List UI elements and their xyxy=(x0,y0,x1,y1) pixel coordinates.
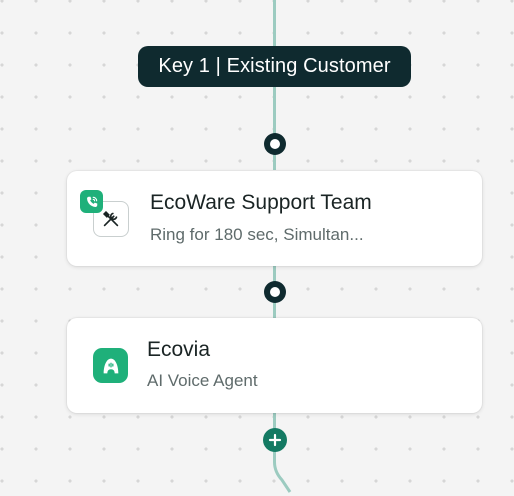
branch-key-label[interactable]: Key 1 | Existing Customer xyxy=(138,46,411,87)
connector-handle[interactable] xyxy=(264,133,286,155)
node-title: EcoWare Support Team xyxy=(150,191,372,214)
add-step-button[interactable] xyxy=(263,428,287,452)
plus-icon xyxy=(268,433,282,447)
node-subtitle: Ring for 180 sec, Simultan... xyxy=(150,225,364,244)
node-subtitle: AI Voice Agent xyxy=(147,371,258,390)
connector-line xyxy=(273,0,276,48)
connector-line xyxy=(273,448,292,493)
connector-line xyxy=(273,86,276,170)
ai-agent-icon xyxy=(93,348,128,383)
connector-handle[interactable] xyxy=(264,281,286,303)
phone-call-icon xyxy=(80,190,103,213)
flow-canvas[interactable]: Key 1 | Existing Customer EcoWare Suppor… xyxy=(0,0,514,493)
node-title: Ecovia xyxy=(147,338,211,361)
flow-node-ecovia[interactable]: Ecovia AI Voice Agent xyxy=(67,318,482,413)
flow-node-support-team[interactable]: EcoWare Support Team Ring for 180 sec, S… xyxy=(67,171,482,266)
